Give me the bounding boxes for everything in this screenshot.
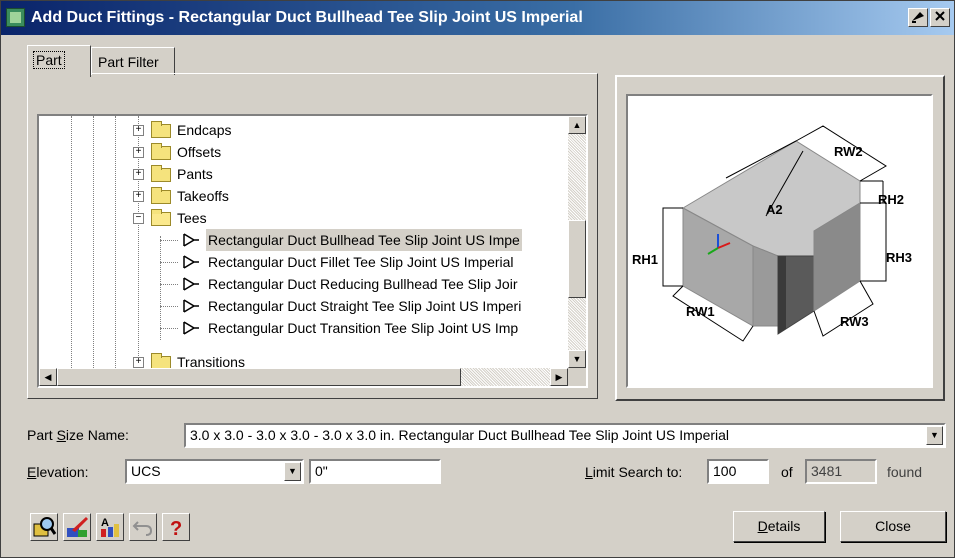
add-duct-fittings-dialog: Add Duct Fittings - Rectangular Duct Bul… <box>0 0 955 558</box>
context-help-icon <box>912 12 924 23</box>
part-tree[interactable]: + Endcaps + Offsets + Pants + Takeoffs −… <box>37 114 588 388</box>
open-folder-icon <box>151 209 171 226</box>
content-builder-icon: A <box>101 517 119 537</box>
expand-icon[interactable]: + <box>133 147 144 158</box>
svg-text:?: ? <box>170 518 182 540</box>
close-window-button[interactable] <box>930 8 950 27</box>
part-builder-button[interactable] <box>63 513 91 541</box>
folder-icon <box>151 121 171 138</box>
fitting-icon <box>183 321 199 335</box>
scroll-corner <box>568 368 586 386</box>
tab-part-filter[interactable]: Part Filter <box>91 47 175 75</box>
help-icon: ? <box>170 518 182 540</box>
collapse-icon[interactable]: − <box>133 213 144 224</box>
duct-shadow <box>778 256 786 334</box>
limit-search-label: Limit Search to: <box>585 464 683 480</box>
catalog-browser-button[interactable] <box>30 513 58 541</box>
label-rh3: RH3 <box>886 250 912 265</box>
svg-text:A: A <box>101 517 109 529</box>
limit-search-input[interactable]: 100 <box>707 459 769 484</box>
undo-icon <box>132 521 153 536</box>
chevron-down-icon[interactable]: ▼ <box>926 426 943 445</box>
expand-icon[interactable]: + <box>133 357 144 368</box>
rh3-dimension-line <box>860 202 887 282</box>
found-label: found <box>887 464 923 480</box>
part-size-name-label: Part Size Name: <box>27 427 129 443</box>
folder-icon <box>151 187 171 204</box>
expand-icon[interactable]: + <box>133 125 144 136</box>
elevation-reference-dropdown[interactable]: UCS ▼ <box>125 459 304 484</box>
tab-part[interactable]: Part <box>27 45 91 77</box>
expand-icon[interactable]: + <box>133 169 144 180</box>
elevation-value-input[interactable]: 0" <box>309 459 441 484</box>
tree-horizontal-scrollbar[interactable]: ◀ ▶ <box>39 368 568 386</box>
scroll-up-icon[interactable]: ▲ <box>568 116 586 134</box>
part-builder-icon <box>67 517 88 537</box>
folder-icon <box>151 165 171 182</box>
scroll-down-icon[interactable]: ▼ <box>568 350 586 368</box>
fitting-icon <box>183 277 199 291</box>
close-button[interactable]: Close <box>840 511 946 542</box>
rh1-dimension-line <box>662 207 683 287</box>
context-help-button[interactable] <box>908 8 928 27</box>
scroll-right-icon[interactable]: ▶ <box>550 368 568 386</box>
label-a2: A2 <box>766 202 783 217</box>
vertical-scroll-thumb[interactable] <box>568 220 586 298</box>
window-title: Add Duct Fittings - Rectangular Duct Bul… <box>31 9 583 26</box>
total-count-field: 3481 <box>805 459 877 484</box>
close-icon <box>935 11 945 21</box>
undo-button[interactable] <box>129 513 157 541</box>
chevron-down-icon[interactable]: ▼ <box>284 462 301 481</box>
label-rw2: RW2 <box>834 144 863 159</box>
horizontal-scroll-thumb[interactable] <box>57 368 461 386</box>
label-rw3: RW3 <box>840 314 869 329</box>
fitting-icon <box>183 255 199 269</box>
elevation-label: Elevation: <box>27 464 89 480</box>
fitting-icon <box>183 233 199 247</box>
scroll-left-icon[interactable]: ◀ <box>39 368 57 386</box>
tree-vertical-scrollbar[interactable]: ▲ ▼ <box>568 116 586 368</box>
label-rh2: RH2 <box>878 192 904 207</box>
bullhead-tee-diagram: RW2 A2 RH2 RH1 RH3 RW1 RW3 <box>632 125 912 342</box>
catalog-browser-icon <box>33 517 57 537</box>
content-builder-button[interactable]: A <box>96 513 124 541</box>
part-size-name-dropdown[interactable]: 3.0 x 3.0 - 3.0 x 3.0 - 3.0 x 3.0 in. Re… <box>184 423 946 448</box>
details-button[interactable]: Details <box>733 511 825 542</box>
of-label: of <box>781 464 793 480</box>
label-rw1: RW1 <box>686 304 715 319</box>
part-preview: RW2 A2 RH2 RH1 RH3 RW1 RW3 <box>626 94 933 388</box>
fitting-icon <box>183 299 199 313</box>
help-button[interactable]: ? <box>162 513 190 541</box>
label-rh1: RH1 <box>632 252 658 267</box>
folder-icon <box>151 143 171 160</box>
title-bar[interactable]: Add Duct Fittings - Rectangular Duct Bul… <box>1 1 954 35</box>
app-icon <box>6 8 25 27</box>
duct-front-step <box>752 245 779 327</box>
expand-icon[interactable]: + <box>133 191 144 202</box>
